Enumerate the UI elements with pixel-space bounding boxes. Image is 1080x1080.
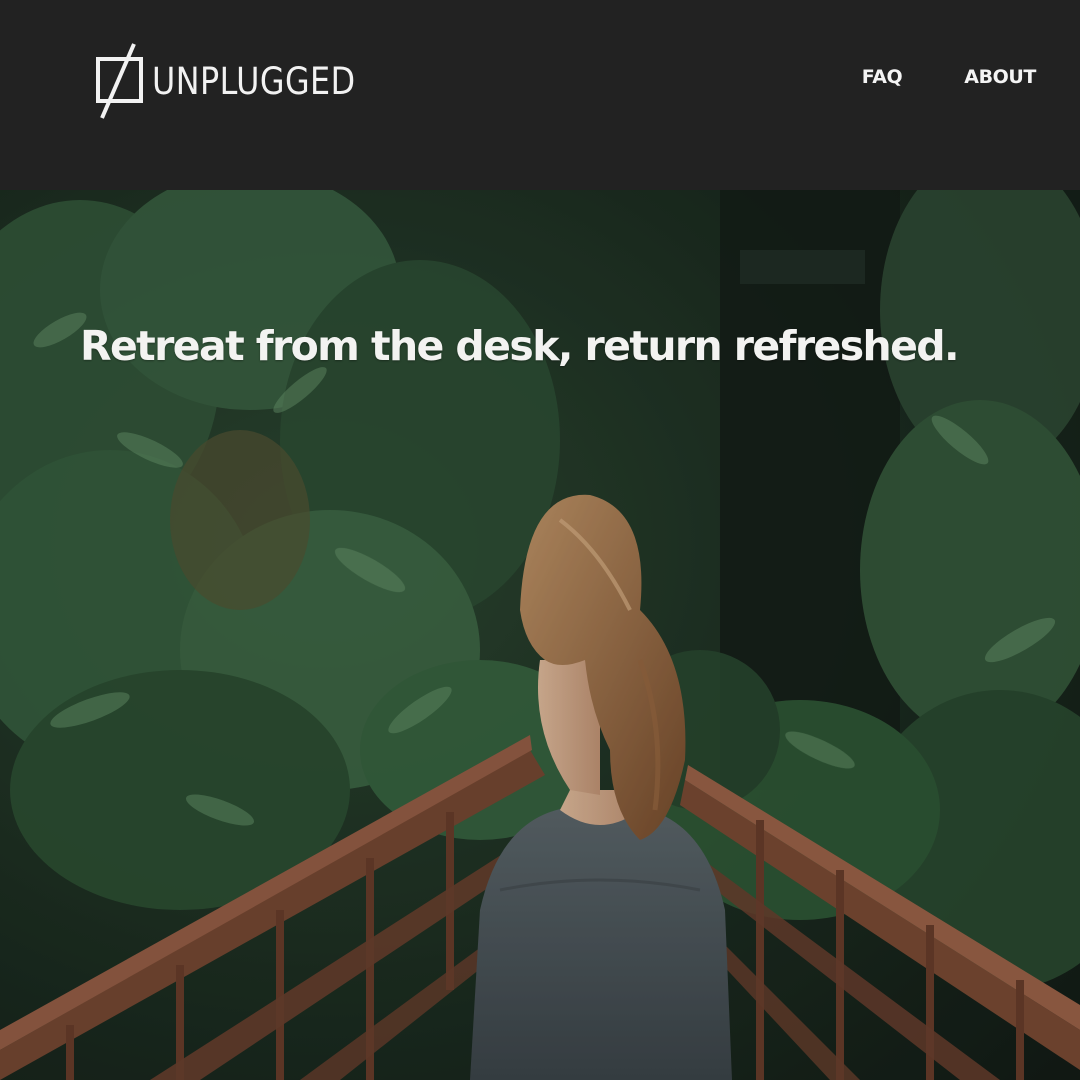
hero-section: Retreat from the desk, return refreshed. [0, 190, 1080, 1080]
site-header: UNPLUGGED FAQ ABOUT [0, 0, 1080, 190]
nav-link-faq[interactable]: FAQ [862, 66, 903, 88]
main-nav: FAQ ABOUT [862, 66, 1037, 88]
brand-name: UNPLUGGED [152, 59, 356, 103]
brand-logo[interactable]: UNPLUGGED [96, 42, 389, 120]
hero-headline: Retreat from the desk, return refreshed. [80, 322, 960, 370]
nav-link-about[interactable]: ABOUT [964, 66, 1036, 88]
slashed-square-icon [96, 43, 143, 119]
